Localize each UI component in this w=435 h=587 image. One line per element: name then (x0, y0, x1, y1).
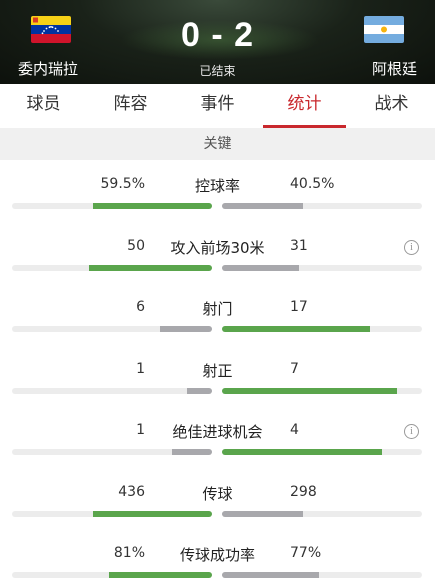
away-bar-track (222, 572, 422, 578)
tab-lineup[interactable]: 阵容 (87, 84, 174, 128)
section-header-key: 关键 (0, 128, 435, 160)
away-bar-fill (222, 510, 304, 517)
away-bar-fill (222, 572, 320, 578)
home-bar-fill (187, 387, 212, 394)
home-bar-track (12, 326, 212, 332)
home-bar-track (12, 387, 212, 394)
stat-label: 攻入前场30米 (170, 238, 265, 257)
stat-row: 6 射门 17 (0, 283, 435, 345)
away-bar-track (222, 264, 422, 271)
home-bar-fill (93, 510, 212, 517)
home-bar-fill (172, 449, 212, 455)
stat-label: 传球成功率 (179, 546, 255, 564)
away-team-name: 阿根廷 (371, 60, 417, 78)
stat-row: 59.5% 控球率 40.5% (0, 160, 435, 222)
away-bar-track (222, 326, 422, 332)
away-bar-track (222, 449, 422, 455)
info-icon[interactable]: i (404, 424, 419, 439)
tab-stats[interactable]: 统计 (261, 84, 348, 128)
stats-list: 59.5% 控球率 40.5% 50 攻入前场30米 31 i 6 射门 17 … (0, 160, 435, 587)
away-bar-fill (222, 449, 382, 455)
stat-row: 1 射正 7 (0, 345, 435, 407)
tab-players[interactable]: 球员 (0, 84, 87, 128)
home-bar-fill (88, 264, 212, 271)
away-stat-value: 31 (290, 237, 308, 254)
away-stat-value: 17 (290, 299, 308, 315)
home-bar-track (12, 510, 212, 517)
home-bar-track (12, 449, 212, 455)
stat-row: 1 绝佳进球机会 4 i (0, 406, 435, 468)
stat-label: 控球率 (194, 177, 240, 195)
tab-events[interactable]: 事件 (174, 84, 261, 128)
tab-tactics[interactable]: 战术 (348, 84, 435, 128)
away-bar-fill (222, 264, 299, 271)
info-icon[interactable]: i (404, 239, 419, 255)
match-status: 已结束 (199, 64, 236, 78)
match-score: 0 - 2 (180, 16, 255, 54)
home-bar-fill (159, 326, 212, 332)
stat-label: 传球 (202, 484, 233, 503)
tab-bar: 球员 阵容 事件 统计 战术 (0, 84, 435, 128)
home-bar-fill (93, 203, 212, 209)
home-bar-fill (109, 572, 212, 578)
away-stat-value: 7 (290, 360, 299, 377)
stat-label: 射门 (202, 300, 233, 318)
stat-row: 50 攻入前场30米 31 i (0, 222, 435, 284)
match-header: 委内瑞拉 0 - 2 已结束 阿根廷 (0, 0, 435, 84)
away-bar-fill (222, 326, 370, 332)
stat-row: 436 传球 298 (0, 468, 435, 530)
away-bar-track (222, 387, 422, 394)
away-stat-value: 4 (290, 422, 299, 438)
away-stat-value: 40.5% (290, 176, 335, 192)
away-stat-value: 77% (290, 545, 322, 561)
away-stat-value: 298 (290, 483, 317, 500)
away-bar-fill (222, 387, 397, 394)
stat-label: 绝佳进球机会 (172, 423, 263, 441)
away-bar-fill (222, 203, 303, 209)
home-bar-track (12, 203, 212, 209)
home-bar-track (12, 572, 212, 578)
home-bar-track (12, 264, 212, 271)
stat-label: 射正 (202, 361, 233, 380)
away-bar-track (222, 510, 422, 517)
away-bar-track (222, 203, 422, 209)
stat-row: 81% 传球成功率 77% (0, 529, 435, 587)
